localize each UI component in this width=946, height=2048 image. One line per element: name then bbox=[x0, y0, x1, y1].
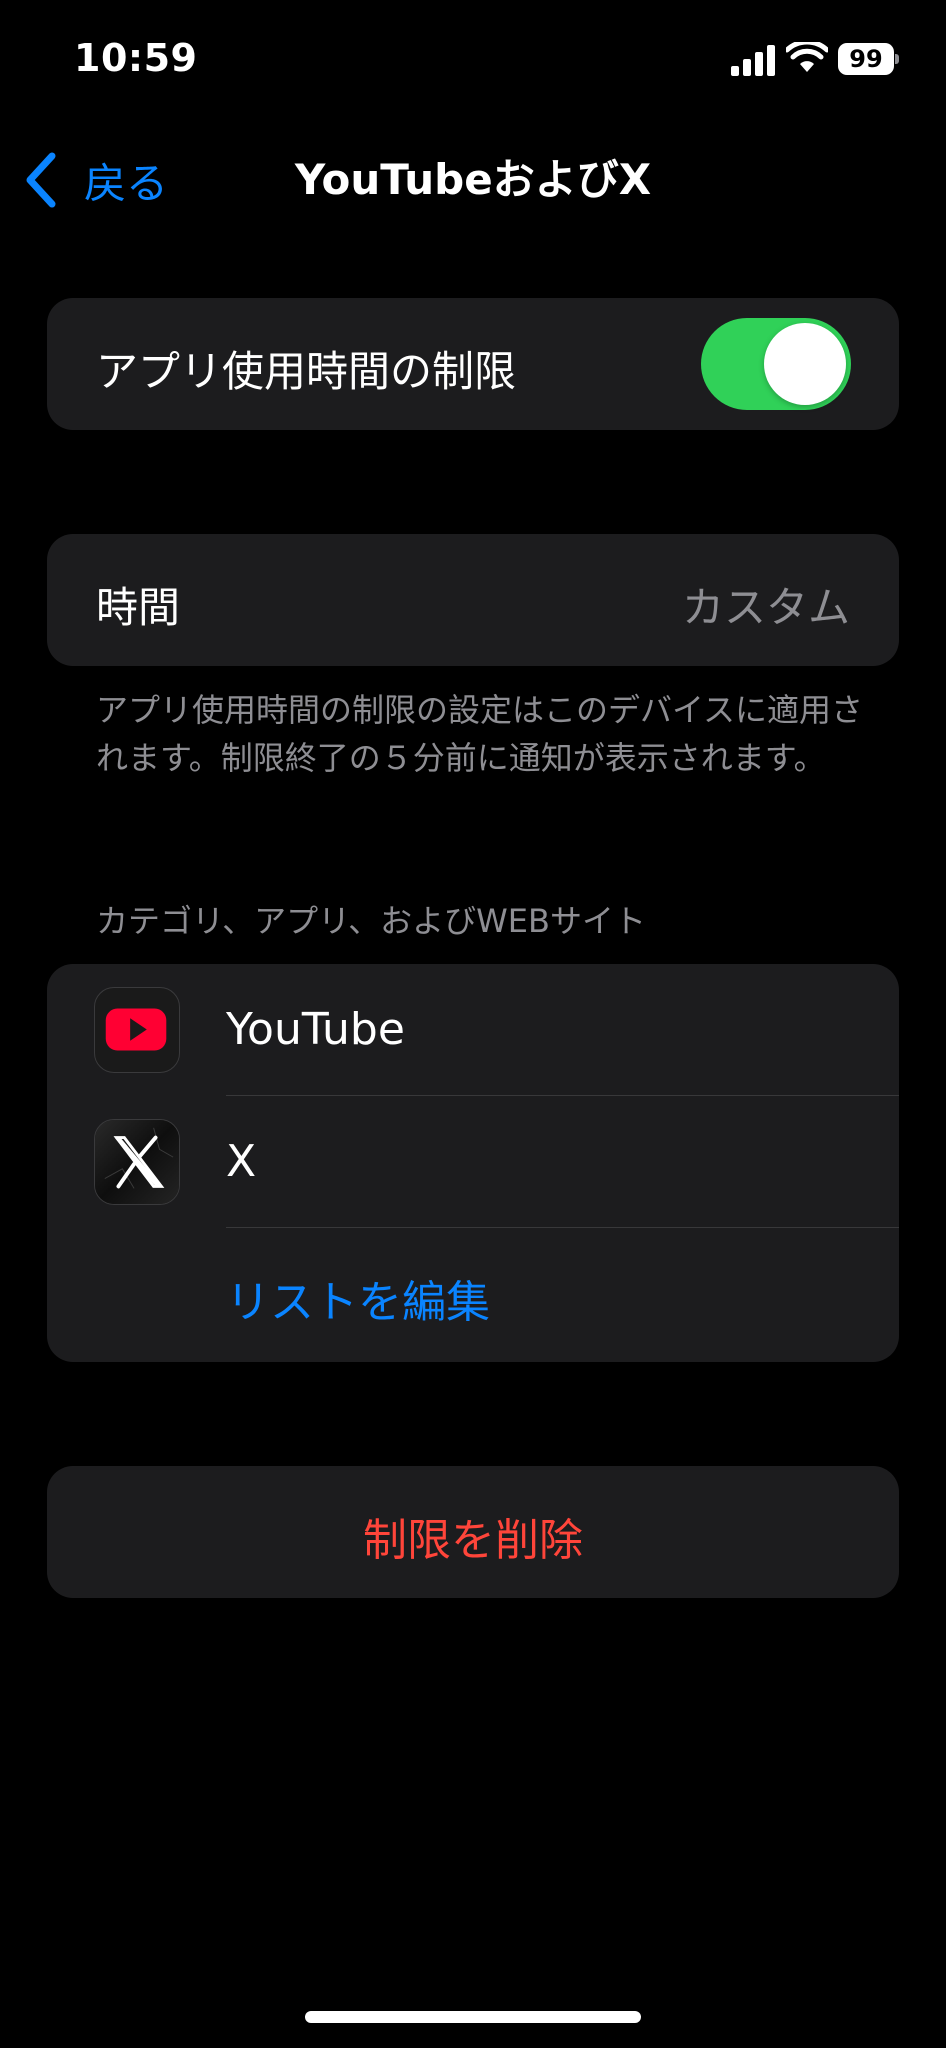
battery-icon: 99 bbox=[838, 43, 899, 75]
x-icon bbox=[94, 1119, 180, 1205]
app-limit-label: アプリ使用時間の制限 bbox=[96, 347, 517, 396]
edit-list-label: リストを編集 bbox=[226, 1277, 490, 1328]
app-name: YouTube bbox=[226, 1004, 405, 1055]
edit-list-button[interactable]: リストを編集 bbox=[47, 1228, 899, 1360]
time-label: 時間 bbox=[96, 583, 181, 632]
back-label: 戻る bbox=[84, 158, 169, 208]
delete-limit-button[interactable]: 制限を削除 bbox=[47, 1466, 899, 1598]
app-name: X bbox=[226, 1136, 257, 1187]
app-limit-card: アプリ使用時間の制限 bbox=[47, 298, 899, 430]
time-value: カスタム bbox=[681, 583, 850, 632]
battery-percent: 99 bbox=[849, 45, 883, 73]
back-button[interactable]: 戻る bbox=[22, 148, 168, 212]
page-title: YouTubeおよびX bbox=[294, 155, 652, 204]
list-item-youtube[interactable]: YouTube bbox=[47, 964, 899, 1096]
delete-limit-label: 制限を削除 bbox=[363, 1515, 583, 1566]
chevron-left-icon bbox=[26, 152, 56, 208]
home-indicator[interactable] bbox=[305, 2011, 641, 2023]
limit-footnote: アプリ使用時間の制限の設定はこのデバイスに適用されます。制限終了の５分前に通知が… bbox=[96, 691, 864, 777]
status-bar: 10:59 99 bbox=[0, 0, 946, 120]
toggle-knob bbox=[764, 323, 846, 405]
youtube-icon bbox=[94, 987, 180, 1073]
apps-list-card: YouTube X リストを編集 bbox=[47, 964, 899, 1362]
status-time: 10:59 bbox=[74, 36, 198, 80]
list-item-x[interactable]: X bbox=[47, 1096, 899, 1228]
cellular-signal-icon bbox=[731, 45, 775, 76]
time-row[interactable]: 時間 カスタム bbox=[47, 534, 899, 666]
apps-section-header: カテゴリ、アプリ、およびWEBサイト bbox=[96, 902, 646, 940]
wifi-icon bbox=[786, 42, 828, 72]
app-limit-toggle[interactable] bbox=[701, 318, 851, 410]
